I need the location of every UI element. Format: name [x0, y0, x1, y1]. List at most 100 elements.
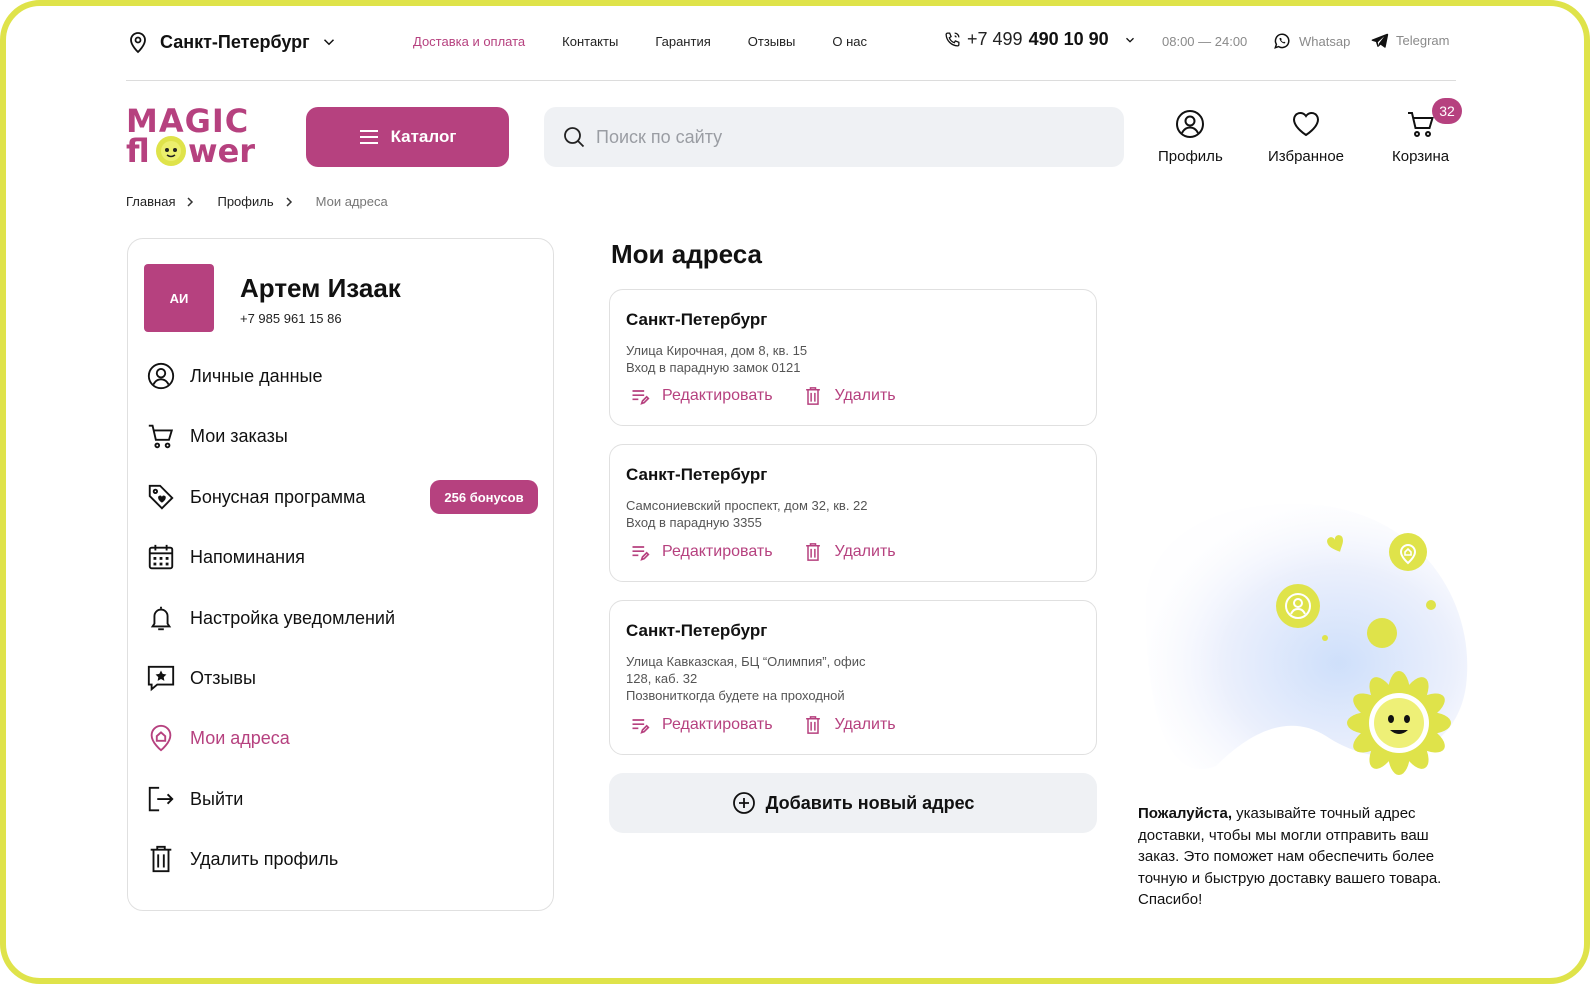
location-pin-icon: [130, 32, 146, 54]
phone-selector[interactable]: +7 499 490 10 90: [944, 29, 1137, 50]
profile-sidebar: АИ Артем Изаак +7 985 961 15 86 Личные д…: [127, 238, 554, 911]
chevron-down-icon: [1125, 37, 1134, 43]
search-input[interactable]: [596, 126, 1096, 148]
chevron-down-icon: [323, 39, 334, 46]
top-nav: Доставка и оплата Контакты Гарантия Отзы…: [413, 34, 867, 49]
delete-address-button[interactable]: Удалить: [803, 542, 896, 562]
sidebar-item-personal-data[interactable]: Личные данные: [146, 359, 322, 393]
address-details: Улица Кирочная, дом 8, кв. 15 Вход в пар…: [626, 342, 906, 376]
address-actions: Редактировать Удалить: [630, 542, 896, 562]
user-decoration-icon: [1276, 584, 1320, 628]
cart-icon: [148, 424, 174, 449]
catalog-button-label: Каталог: [390, 127, 457, 146]
edit-list-icon: [632, 546, 650, 561]
app-frame: Санкт-Петербург Доставка и оплата Контак…: [0, 0, 1590, 984]
edit-address-button[interactable]: Редактировать: [630, 715, 773, 735]
sidebar-item-label: Выйти: [190, 788, 244, 809]
edit-address-button[interactable]: Редактировать: [630, 542, 773, 562]
sidebar-item-bonus[interactable]: Бонусная программа: [146, 480, 365, 514]
sidebar-item-label: Настройка уведомлений: [190, 607, 396, 628]
user-phone: +7 985 961 15 86: [240, 311, 342, 326]
sidebar-item-notifications[interactable]: Настройка уведомлений: [146, 601, 395, 635]
sidebar-item-logout[interactable]: Выйти: [146, 782, 243, 816]
city-selector[interactable]: Санкт-Петербург: [126, 30, 338, 54]
telegram-link[interactable]: Telegram: [1370, 31, 1449, 50]
catalog-button[interactable]: Каталог: [306, 107, 509, 167]
delete-address-button[interactable]: Удалить: [803, 715, 896, 735]
address-city: Санкт-Петербург: [626, 310, 768, 329]
chevron-right-icon: [187, 196, 194, 207]
breadcrumb-profile[interactable]: Профиль: [217, 194, 273, 209]
phone-prefix: +7 499: [967, 29, 1023, 49]
sidebar-item-label: Бонусная программа: [190, 486, 366, 507]
favorites-button[interactable]: Избранное: [1268, 108, 1344, 165]
sidebar-item-reviews[interactable]: Отзывы: [146, 661, 256, 695]
user-name: Артем Изаак: [240, 273, 401, 303]
city-name: Санкт-Петербург: [160, 31, 310, 52]
whatsapp-icon: [1274, 33, 1290, 49]
sidebar-item-label: Удалить профиль: [190, 848, 339, 869]
breadcrumb-home[interactable]: Главная: [126, 194, 175, 209]
sidebar-item-delete-profile[interactable]: Удалить профиль: [146, 842, 338, 876]
profile-button[interactable]: Профиль: [1158, 108, 1223, 165]
nav-link-warranty[interactable]: Гарантия: [655, 34, 710, 49]
sidebar-item-orders[interactable]: Мои заказы: [146, 419, 288, 453]
phone-icon: [945, 32, 960, 47]
add-address-button[interactable]: Добавить новый адрес: [609, 773, 1097, 833]
address-hint-bold: Пожалуйста,: [1138, 805, 1232, 822]
trash-icon: [805, 716, 820, 734]
delete-address-button[interactable]: Удалить: [803, 386, 896, 406]
edit-address-label: Редактировать: [662, 716, 773, 733]
address-card: Санкт-Петербург Улица Кирочная, дом 8, к…: [609, 289, 1097, 426]
whatsapp-link[interactable]: Whatsap: [1272, 31, 1350, 51]
logo[interactable]: MAGIC flower fl wer: [126, 102, 276, 172]
sidebar-item-label: Мои заказы: [190, 425, 288, 446]
location-pin-decoration-icon: [1389, 533, 1427, 571]
top-bar: Санкт-Петербург Доставка и оплата Контак…: [126, 22, 1456, 64]
search-icon: [564, 127, 585, 148]
heart-icon: [1293, 111, 1320, 137]
location-home-icon: [150, 724, 172, 752]
svg-text:fl: fl: [126, 134, 150, 170]
review-star-icon: [147, 665, 175, 692]
sidebar-item-reminders[interactable]: Напоминания: [146, 540, 305, 574]
breadcrumb: Главная Профиль Мои адреса: [126, 194, 388, 209]
calendar-icon: [148, 544, 174, 570]
address-hint: Пожалуйста, указывайте точный адрес дост…: [1138, 803, 1458, 911]
edit-list-icon: [632, 719, 650, 734]
page-title: Мои адреса: [611, 239, 762, 269]
menu-icon: [359, 130, 378, 144]
sidebar-item-label: Мои адреса: [190, 727, 290, 748]
nav-link-delivery[interactable]: Доставка и оплата: [413, 34, 525, 49]
address-city: Санкт-Петербург: [626, 621, 768, 640]
nav-link-contacts[interactable]: Контакты: [562, 34, 618, 49]
address-details: Самсониевский проспект, дом 32, кв. 22 В…: [626, 497, 926, 531]
cart-label: Корзина: [1392, 148, 1450, 165]
delete-address-label: Удалить: [834, 716, 896, 733]
address-illustration: [1146, 504, 1468, 775]
address-city: Санкт-Петербург: [626, 465, 768, 484]
edit-address-button[interactable]: Редактировать: [630, 386, 773, 406]
telegram-icon: [1371, 33, 1389, 48]
user-circle-icon: [1176, 110, 1205, 138]
plus-circle-icon: [732, 792, 755, 814]
address-actions: Редактировать Удалить: [630, 386, 896, 406]
whatsapp-label: Whatsap: [1299, 33, 1351, 49]
user-circle-icon: [147, 362, 175, 390]
nav-link-about[interactable]: О нас: [832, 34, 867, 49]
delete-address-label: Удалить: [834, 543, 896, 560]
trash-icon: [805, 543, 820, 561]
delete-address-label: Удалить: [834, 387, 896, 404]
edit-list-icon: [632, 390, 650, 405]
sidebar-item-addresses[interactable]: Мои адреса: [146, 721, 290, 755]
address-note: Вход в парадную замок 0121: [626, 360, 801, 375]
telegram-label: Telegram: [1396, 33, 1450, 48]
bell-icon: [150, 606, 172, 631]
edit-address-label: Редактировать: [662, 387, 773, 404]
add-address-label: Добавить новый адрес: [765, 792, 975, 813]
address-card: Санкт-Петербург Самсониевский проспект, …: [609, 444, 1097, 582]
address-line: Самсониевский проспект, дом 32, кв. 22: [626, 498, 868, 513]
sidebar-item-label: Отзывы: [190, 667, 256, 688]
nav-link-reviews[interactable]: Отзывы: [748, 34, 796, 49]
favorites-label: Избранное: [1268, 148, 1345, 165]
